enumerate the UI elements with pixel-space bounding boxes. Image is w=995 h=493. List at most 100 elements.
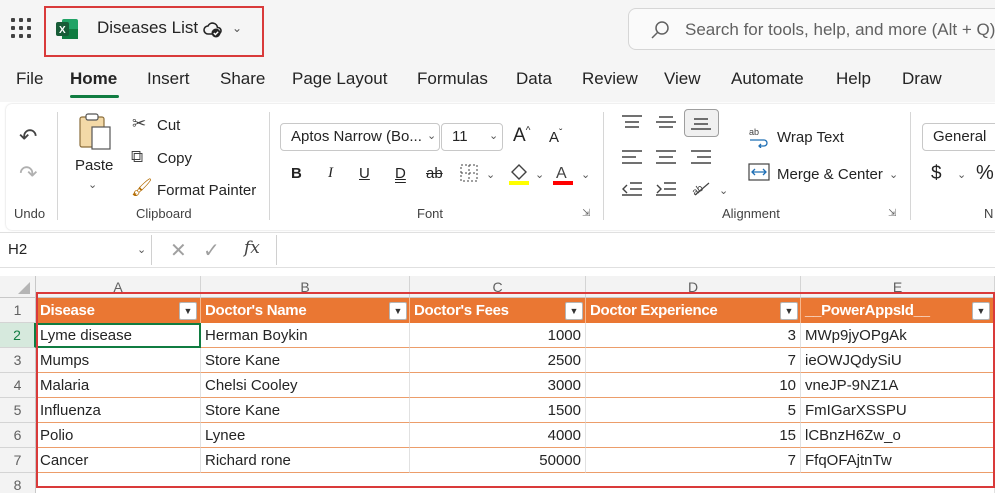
tab-review[interactable]: Review	[582, 69, 638, 89]
row-header[interactable]: 3	[0, 348, 36, 373]
increase-indent-icon[interactable]	[654, 180, 678, 198]
table-header-cell[interactable]: Doctor's Name	[201, 298, 410, 323]
row-header[interactable]: 4	[0, 373, 36, 398]
table-cell[interactable]: Store Kane	[201, 348, 410, 373]
strikethrough-button[interactable]: ab	[426, 165, 443, 182]
format-painter-icon[interactable]: 🖌	[131, 179, 153, 196]
tab-help[interactable]: Help	[836, 69, 871, 89]
underline-button[interactable]: U	[359, 165, 370, 182]
decrease-indent-icon[interactable]	[620, 180, 644, 198]
empty-row[interactable]	[36, 473, 995, 493]
table-cell[interactable]: 4000	[410, 423, 586, 448]
row-header[interactable]: 8	[0, 473, 36, 493]
font-family-select[interactable]: Aptos Narrow (Bo...	[280, 123, 440, 151]
cancel-entry-icon[interactable]: ✕	[170, 238, 187, 263]
table-cell[interactable]: Store Kane	[201, 398, 410, 423]
table-cell[interactable]: 15	[586, 423, 801, 448]
table-cell[interactable]: 1500	[410, 398, 586, 423]
merge-center-button[interactable]: Merge & Center	[777, 166, 883, 183]
font-color-icon[interactable]: A	[552, 162, 574, 186]
orientation-icon[interactable]: ab	[689, 178, 713, 198]
table-cell[interactable]: 1000	[410, 323, 586, 348]
wrap-text-icon[interactable]: ab	[748, 126, 770, 148]
paste-icon[interactable]	[77, 112, 113, 152]
chevron-down-icon[interactable]: ⌄	[232, 21, 242, 35]
row-header[interactable]: 6	[0, 423, 36, 448]
table-cell[interactable]: 10	[586, 373, 801, 398]
row-header[interactable]: 7	[0, 448, 36, 473]
currency-button[interactable]: $	[931, 163, 942, 185]
filter-dropdown-icon[interactable]: ▼	[780, 302, 798, 320]
chevron-down-icon[interactable]: ⌄	[957, 168, 966, 181]
row-header[interactable]: 5	[0, 398, 36, 423]
number-format-select[interactable]: General	[922, 123, 995, 151]
insert-function-button[interactable]: fx	[244, 238, 260, 258]
confirm-entry-icon[interactable]: ✓	[203, 238, 220, 263]
chevron-down-icon[interactable]: ⌄	[489, 129, 498, 142]
dialog-launcher-icon[interactable]: ⇲	[582, 208, 590, 219]
chevron-down-icon[interactable]: ⌄	[137, 243, 146, 256]
tab-file[interactable]: File	[16, 69, 43, 89]
format-painter-button[interactable]: Format Painter	[157, 182, 256, 199]
chevron-down-icon[interactable]: ⌄	[719, 184, 728, 197]
table-header-cell[interactable]: Doctor Experience	[586, 298, 801, 323]
borders-icon[interactable]	[459, 163, 479, 183]
row-header[interactable]: 1	[0, 298, 36, 323]
column-header-a[interactable]: A	[36, 276, 201, 298]
table-cell[interactable]: FmIGarXSSPU	[801, 398, 995, 423]
tab-insert[interactable]: Insert	[147, 69, 190, 89]
search-placeholder[interactable]: Search for tools, help, and more (Alt + …	[685, 20, 995, 40]
align-right-icon[interactable]	[689, 148, 713, 166]
tab-data[interactable]: Data	[516, 69, 552, 89]
tab-page-layout[interactable]: Page Layout	[292, 69, 387, 89]
table-cell[interactable]: 50000	[410, 448, 586, 473]
paste-button[interactable]: Paste	[75, 157, 113, 174]
table-cell[interactable]: lCBnzH6Zw_o	[801, 423, 995, 448]
bold-button[interactable]: B	[291, 165, 302, 182]
cut-button[interactable]: Cut	[157, 117, 180, 134]
row-header[interactable]: 2	[0, 323, 36, 348]
paste-chevron-icon[interactable]: ⌄	[88, 178, 97, 191]
saved-status-icon[interactable]	[203, 20, 223, 40]
column-header-d[interactable]: D	[586, 276, 801, 298]
table-cell[interactable]: 5	[586, 398, 801, 423]
waffle-icon[interactable]	[10, 17, 32, 39]
align-middle-icon[interactable]	[654, 113, 678, 131]
filter-dropdown-icon[interactable]: ▼	[972, 302, 990, 320]
table-cell[interactable]: Mumps	[36, 348, 201, 373]
fill-color-icon[interactable]	[508, 162, 530, 186]
align-center-icon[interactable]	[654, 148, 678, 166]
percent-button[interactable]: %	[976, 162, 994, 185]
align-left-icon[interactable]	[620, 148, 644, 166]
formula-input[interactable]	[276, 235, 995, 265]
chevron-down-icon[interactable]: ⌄	[486, 168, 495, 181]
column-header-b[interactable]: B	[201, 276, 410, 298]
table-cell[interactable]: vneJP-9NZ1A	[801, 373, 995, 398]
table-cell[interactable]: Polio	[36, 423, 201, 448]
double-underline-button[interactable]: D	[395, 165, 406, 182]
grow-font-button[interactable]: A^	[513, 125, 530, 147]
tab-draw[interactable]: Draw	[902, 69, 942, 89]
table-cell[interactable]: 2500	[410, 348, 586, 373]
table-cell[interactable]: 3	[586, 323, 801, 348]
copy-icon[interactable]: ⧉	[131, 148, 143, 165]
table-cell[interactable]: FfqOFAjtnTw	[801, 448, 995, 473]
wrap-text-button[interactable]: Wrap Text	[777, 129, 844, 146]
table-cell[interactable]: MWp9jyOPgAk	[801, 323, 995, 348]
shrink-font-button[interactable]: Aˇ	[549, 128, 562, 146]
table-cell[interactable]: Chelsi Cooley	[201, 373, 410, 398]
table-cell[interactable]: Malaria	[36, 373, 201, 398]
filter-dropdown-icon[interactable]: ▼	[389, 302, 407, 320]
table-cell[interactable]: Herman Boykin	[201, 323, 410, 348]
tab-view[interactable]: View	[664, 69, 701, 89]
table-cell[interactable]: Cancer	[36, 448, 201, 473]
table-cell[interactable]: Lynee	[201, 423, 410, 448]
cut-icon[interactable]: ✂	[132, 115, 146, 132]
table-header-cell[interactable]: __PowerAppsId__	[801, 298, 995, 323]
tab-share[interactable]: Share	[220, 69, 265, 89]
table-cell[interactable]: 7	[586, 448, 801, 473]
table-cell[interactable]: Richard rone	[201, 448, 410, 473]
document-title[interactable]: Diseases List	[97, 18, 198, 38]
table-cell[interactable]: 7	[586, 348, 801, 373]
filter-dropdown-icon[interactable]: ▼	[565, 302, 583, 320]
